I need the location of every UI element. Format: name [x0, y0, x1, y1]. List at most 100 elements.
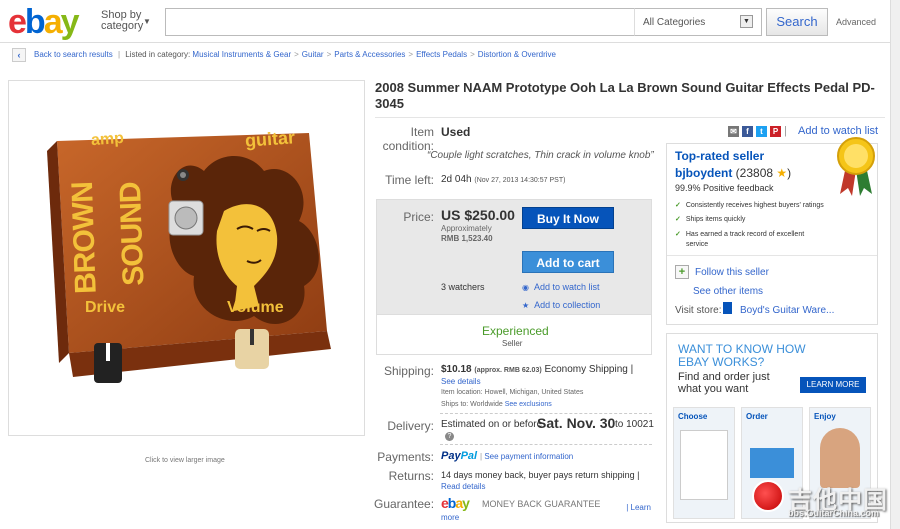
chevron-down-icon[interactable]: ▼: [143, 17, 151, 26]
tablet-illustration: [680, 430, 728, 500]
star-icon: ★: [522, 301, 530, 310]
header-divider: [0, 42, 900, 43]
pedal-guitar-label: guitar: [244, 127, 296, 151]
image-caption[interactable]: Click to view larger image: [145, 457, 225, 464]
guitarchina-watermark-logo: [752, 480, 784, 512]
price-value: US $250.00: [441, 207, 515, 223]
seller-username[interactable]: bjboydent: [675, 166, 732, 180]
see-exclusions-link[interactable]: See exclusions: [505, 401, 552, 408]
seller-label: Seller: [502, 339, 523, 348]
time-left-value: 2d 04h (Nov 27, 2013 14:30:57 PST): [441, 174, 565, 185]
top-rated-seller-label[interactable]: Top-rated seller: [675, 149, 764, 163]
shipping-price: $10.18: [441, 364, 472, 375]
feedback-score[interactable]: (23808 ★): [736, 166, 791, 180]
logo-e: e: [8, 3, 27, 41]
ships-to-value: Ships to: Worldwide: [441, 401, 503, 408]
approx-price: Approximately RMB 1,523.40: [441, 224, 493, 244]
info-icon[interactable]: ?: [445, 432, 454, 441]
twitter-icon[interactable]: t: [756, 125, 767, 137]
dropdown-arrow-icon[interactable]: ▼: [740, 15, 753, 28]
breadcrumb-item[interactable]: Distortion & Overdrive: [478, 50, 556, 59]
breadcrumb-separator: >: [294, 50, 299, 59]
time-left-label: Time left:: [385, 173, 434, 187]
card-illustration: [750, 448, 794, 478]
divider: [667, 255, 877, 256]
ad-panel-choose: Choose: [673, 407, 735, 519]
vertical-scrollbar[interactable]: [890, 0, 900, 529]
seller-name[interactable]: bjboydent (23808 ★): [675, 166, 791, 180]
time-left-detail: (Nov 27, 2013 14:30:57 PST): [474, 177, 566, 184]
check-text: Has earned a track record of excellent s…: [685, 231, 805, 248]
payment-info: | See payment information: [480, 452, 573, 461]
paypal-logo: PayPal: [441, 450, 477, 462]
see-shipping-details-link[interactable]: See details: [441, 377, 481, 386]
learn-more-link[interactable]: | Learn: [441, 503, 651, 512]
breadcrumb-separator: >: [326, 50, 332, 59]
pinterest-icon[interactable]: P: [770, 125, 781, 137]
item-image[interactable]: amp guitar BROWN SOUND Drive Volume: [8, 80, 365, 436]
person-illustration: [820, 428, 860, 488]
condition-label-line: condition:: [382, 139, 434, 153]
breadcrumb: Back to search results | Listed in categ…: [34, 50, 556, 59]
add-to-cart-button[interactable]: Add to cart: [522, 251, 614, 273]
shipping-label: Shipping:: [383, 364, 434, 378]
item-title: 2008 Summer NAAM Prototype Ooh La La Bro…: [375, 80, 875, 111]
add-to-collection-link[interactable]: ★ Add to collection: [522, 300, 600, 310]
logo-y: y: [60, 3, 80, 41]
approx-rmb: RMB 1,523.40: [441, 234, 493, 243]
shop-by-category-button[interactable]: Shop by category: [101, 10, 143, 32]
approx-label: Approximately: [441, 224, 492, 233]
delivery-label: Delivery:: [387, 419, 434, 433]
shipping-method: Economy Shipping |: [544, 364, 634, 375]
learn-more-button[interactable]: LEARN MORE: [800, 377, 866, 393]
follow-seller-link[interactable]: Follow this seller: [695, 267, 769, 278]
store-icon: [723, 302, 732, 314]
read-return-details-link[interactable]: Read details: [441, 482, 485, 491]
pedal-brown-label: BROWN: [65, 181, 103, 295]
breadcrumb-item[interactable]: Parts & Accessories: [334, 50, 405, 59]
learn-more-link-cont[interactable]: more: [441, 513, 459, 522]
see-other-items-link[interactable]: See other items: [693, 286, 763, 297]
pedal-photo: [47, 133, 331, 383]
breadcrumb-item[interactable]: Effects Pedals: [416, 50, 467, 59]
search-input[interactable]: [165, 8, 635, 36]
add-to-watch-list-link[interactable]: ◉ Add to watch list: [522, 282, 600, 292]
star-icon: ★: [776, 166, 788, 180]
see-payment-info-link[interactable]: See payment information: [484, 452, 573, 461]
condition-value: Used: [441, 125, 471, 139]
store-link[interactable]: Boyd's Guitar Ware...: [740, 305, 834, 316]
returns-value: 14 days money back, buyer pays return sh…: [441, 470, 640, 480]
pedal-volume-label: Volume: [227, 299, 284, 316]
back-to-search-link[interactable]: Back to search results: [34, 50, 113, 59]
title-divider: [375, 117, 885, 118]
ebay-logo[interactable]: ebay: [8, 3, 80, 41]
delivery-date: Sat. Nov. 30: [537, 415, 616, 431]
payments-label: Payments:: [377, 450, 434, 464]
divider: [440, 413, 652, 414]
checkmark-icon: ✓: [675, 216, 681, 223]
email-icon[interactable]: ✉: [728, 125, 739, 137]
facebook-icon[interactable]: f: [742, 125, 753, 137]
breadcrumb-item[interactable]: Musical Instruments & Gear: [192, 50, 291, 59]
price-label: Price:: [403, 210, 434, 224]
search-button[interactable]: Search: [766, 8, 828, 36]
pedal-sound-label: SOUND: [113, 181, 151, 287]
advanced-search-link[interactable]: Advanced: [836, 17, 876, 27]
listed-in-label: Listed in category:: [125, 50, 191, 59]
time-left-remaining: 2d 04h: [441, 174, 472, 185]
plus-icon[interactable]: +: [675, 265, 689, 279]
separator: |: [480, 452, 483, 461]
seller-check-item: ✓ Consistently receives highest buyers' r…: [675, 201, 825, 211]
watermark-url: bbs.GuitarChina.com: [788, 508, 880, 518]
top-rated-medal-icon: [837, 137, 875, 196]
ad-panel-label: Order: [746, 412, 768, 421]
breadcrumb-item[interactable]: Guitar: [302, 50, 324, 59]
guarantee-label: Guarantee:: [374, 497, 435, 511]
category-select[interactable]: All Categories ▼: [634, 8, 762, 36]
checkmark-icon: ✓: [675, 231, 681, 238]
feedback-count: (23808: [735, 166, 774, 180]
back-arrow-icon[interactable]: ‹: [12, 48, 26, 62]
category-label: category: [101, 20, 144, 32]
buy-it-now-button[interactable]: Buy It Now: [522, 207, 614, 229]
eye-icon: ◉: [522, 283, 529, 292]
